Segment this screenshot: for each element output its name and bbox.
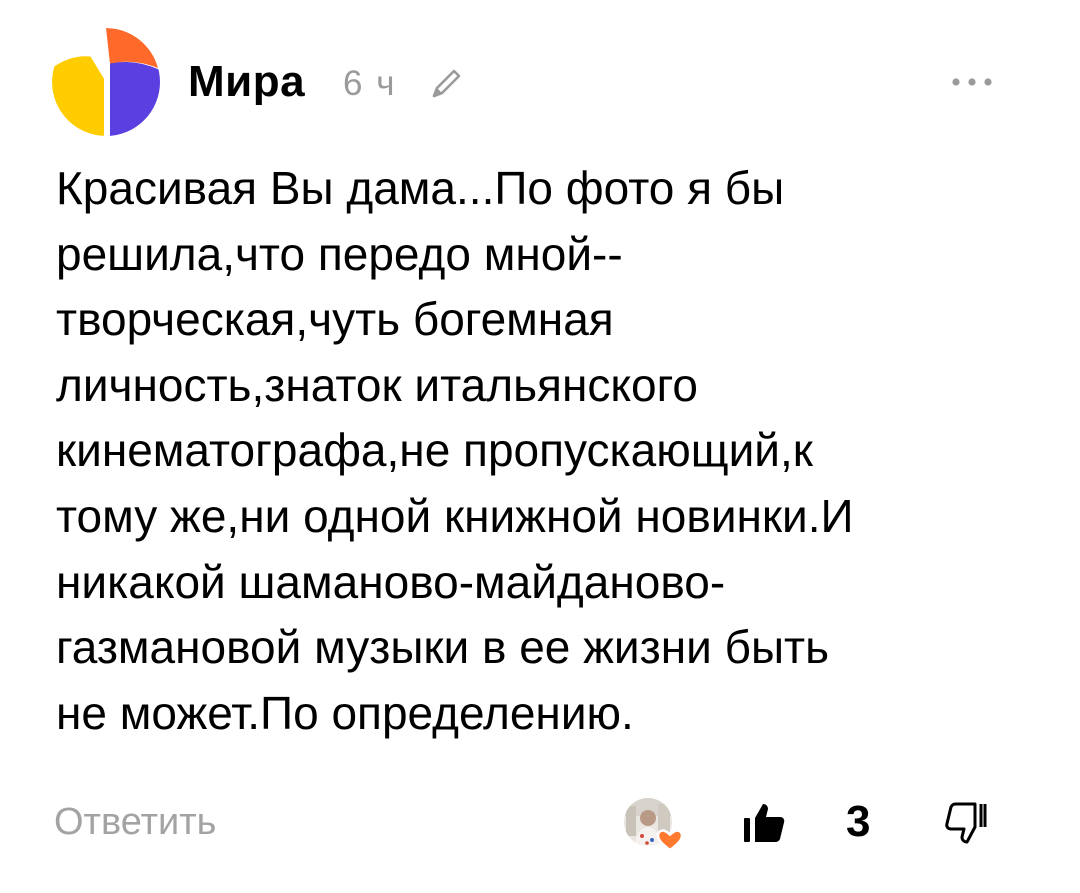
liker-avatar[interactable]	[622, 796, 684, 852]
reply-button[interactable]: Ответить	[54, 798, 216, 846]
liker-avatar-heart-icon	[624, 798, 684, 852]
thumbs-up-icon	[744, 804, 785, 842]
pencil-icon	[428, 66, 464, 102]
thumbs-down-icon	[945, 802, 987, 844]
author-avatar[interactable]	[52, 28, 160, 136]
comment-text: Красивая Вы дама...По фото я бы решила,ч…	[56, 162, 854, 739]
like-count: 3	[846, 797, 871, 846]
avatar-icon	[52, 28, 160, 136]
comment-time: 6 ч	[343, 64, 397, 103]
more-options-button[interactable]	[948, 68, 996, 96]
more-dots-icon	[952, 78, 992, 86]
comment-card: Мира 6 ч Красивая Вы дама...По фото я бы…	[0, 0, 1080, 893]
author-name[interactable]: Мира	[188, 56, 305, 108]
like-button[interactable]	[742, 800, 786, 844]
dislike-button[interactable]	[944, 800, 990, 846]
